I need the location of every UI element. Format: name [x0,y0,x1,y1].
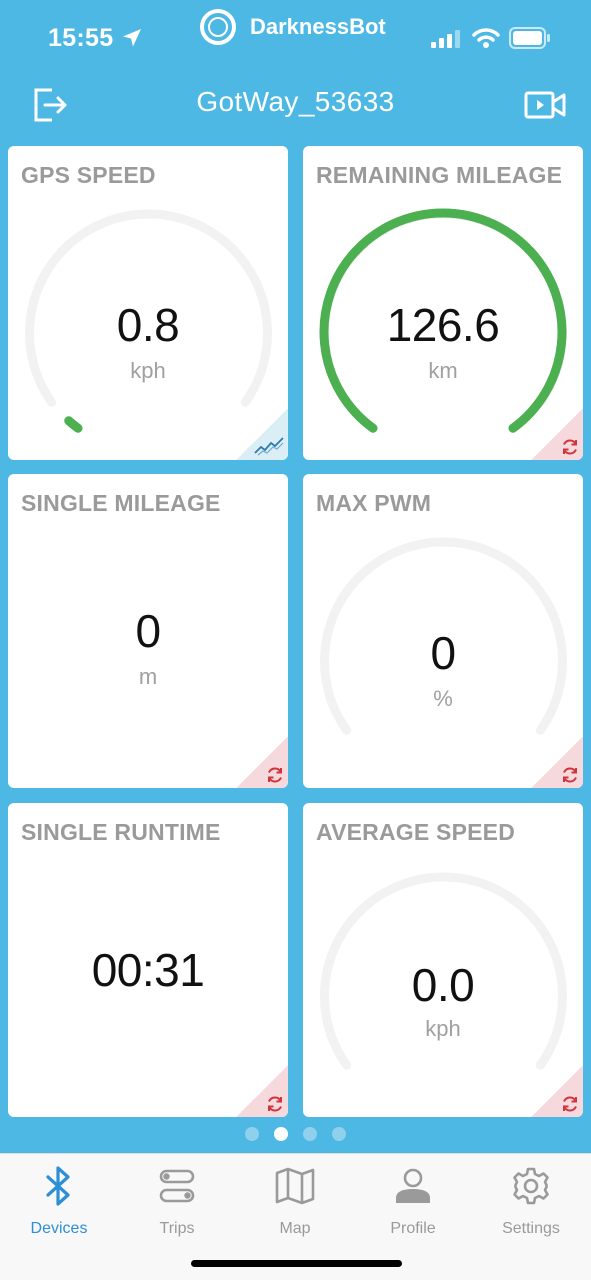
reset-button[interactable] [236,736,288,788]
reset-icon [563,1096,577,1112]
page-dot[interactable] [274,1127,288,1141]
status-time: 15:55 [48,24,114,52]
app-logo-icon [200,9,236,45]
tab-label: Profile [390,1220,436,1237]
page-dot[interactable] [245,1127,259,1141]
page-dot[interactable] [332,1127,346,1141]
wifi-icon [472,28,500,48]
bluetooth-icon [46,1166,70,1206]
person-icon [396,1168,430,1203]
card-label: SINGLE RUNTIME [21,819,221,845]
tab-label: Map [279,1220,311,1237]
tab-map[interactable]: Map [236,1164,354,1238]
card-label: MAX PWM [316,490,432,516]
card-value: 00:31 [91,944,205,996]
reset-button[interactable] [531,408,583,460]
reset-button[interactable] [236,1065,288,1117]
tab-devices[interactable]: Devices [0,1164,118,1238]
card-average-speed[interactable]: AVERAGE SPEED 0.0 kph [303,803,583,1117]
page-title: GotWay_53633 [196,86,395,117]
tab-label: Trips [159,1220,195,1237]
map-icon [275,1167,315,1205]
card-unit: m [138,664,158,689]
chart-icon [254,437,284,456]
reset-button[interactable] [531,1065,583,1117]
location-arrow-icon [123,29,141,47]
card-remaining-mileage[interactable]: REMAINING MILEAGE 126.6 km [303,146,583,460]
reset-icon [563,439,577,455]
reset-button[interactable] [531,736,583,788]
page-indicator[interactable] [0,1127,591,1141]
card-unit: kph [130,358,166,383]
reset-icon [268,767,282,783]
app-indicator[interactable]: DarknessBot [200,9,386,45]
tab-label: Devices [30,1220,88,1237]
card-unit: km [428,358,458,383]
card-value: 0.0 [411,959,475,1011]
card-single-mileage[interactable]: SINGLE MILEAGE 0 m [8,474,288,788]
card-value: 126.6 [386,299,500,351]
card-single-runtime[interactable]: SINGLE RUNTIME 00:31 [8,803,288,1117]
signal-icon [431,30,460,48]
tab-profile[interactable]: Profile [354,1164,472,1238]
tab-trips[interactable]: Trips [118,1164,236,1238]
tab-settings[interactable]: Settings [472,1164,590,1238]
card-value: 0 [135,605,161,657]
page-dot[interactable] [303,1127,317,1141]
chart-button[interactable] [236,408,288,460]
card-value: 0.8 [116,299,180,351]
card-unit: kph [425,1016,461,1041]
card-label: GPS SPEED [21,162,156,188]
card-unit: % [433,686,453,711]
card-label: REMAINING MILEAGE [316,162,563,188]
card-gps-speed[interactable]: GPS SPEED 0.8 kph [8,146,288,460]
card-label: AVERAGE SPEED [316,819,515,845]
card-value: 0 [430,627,456,679]
route-icon [159,1169,195,1203]
gear-icon [513,1167,549,1205]
reset-icon [268,1096,282,1112]
video-camera-icon[interactable] [524,91,566,119]
home-indicator[interactable] [191,1260,402,1267]
battery-icon [509,27,550,49]
card-label: SINGLE MILEAGE [21,490,221,516]
tab-label: Settings [502,1220,560,1237]
app-name: DarknessBot [250,14,386,39]
reset-icon [563,767,577,783]
card-max-pwm[interactable]: MAX PWM 0 % [303,474,583,788]
